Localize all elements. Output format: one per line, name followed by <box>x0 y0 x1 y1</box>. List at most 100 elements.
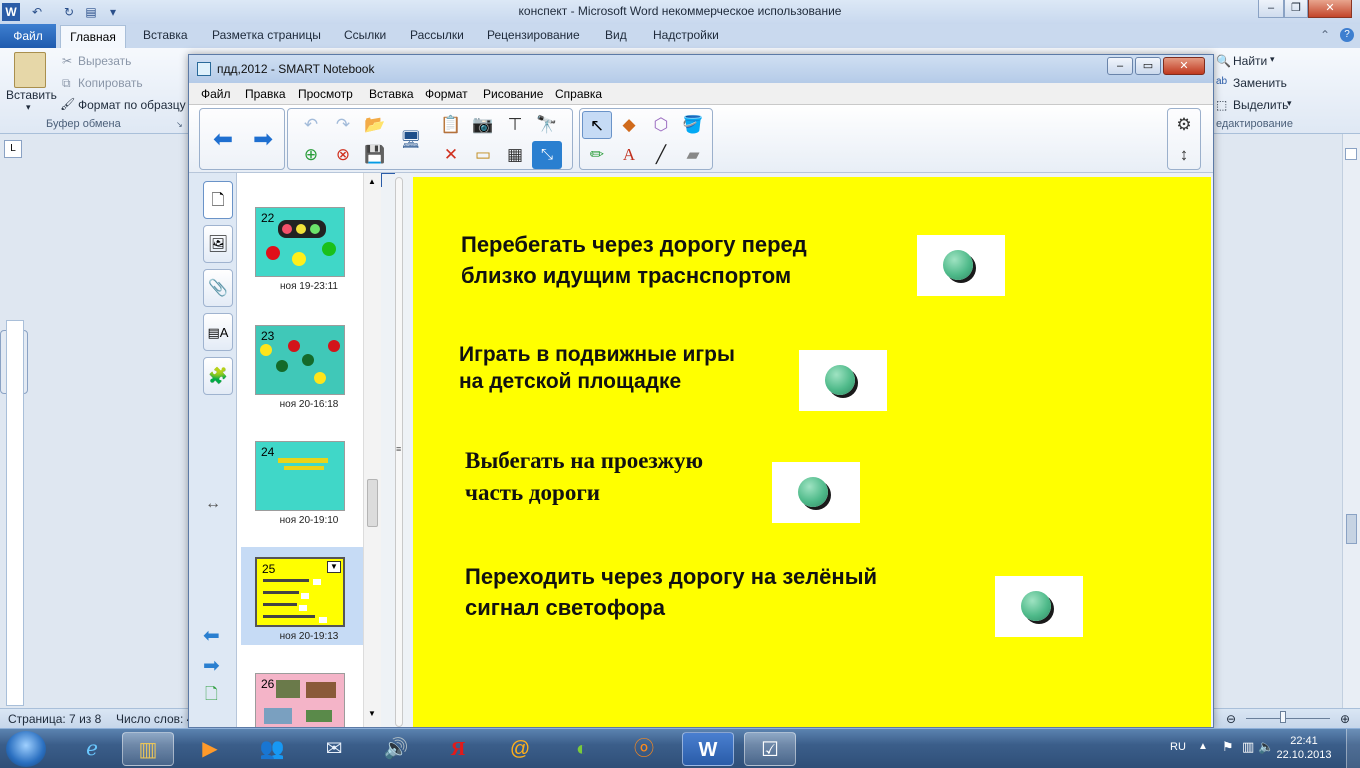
page-text-item-4[interactable]: Переходить через дорогу на зелёный сигна… <box>465 561 877 623</box>
sorter-scroll-thumb[interactable] <box>367 479 378 527</box>
word-close-button[interactable]: ✕ <box>1308 0 1352 18</box>
table-icon[interactable]: ▦ <box>500 141 530 169</box>
resize-sidebar-icon[interactable]: ↔ <box>205 495 221 513</box>
menu-view[interactable]: Просмотр <box>298 87 353 101</box>
sorter-add-page-icon[interactable]: 🗋 <box>205 683 218 710</box>
menu-help[interactable]: Справка <box>555 87 602 101</box>
previous-page-icon[interactable]: ⬅ <box>208 126 238 154</box>
page-thumbnail-25[interactable]: 25 ▼ <box>255 557 345 627</box>
tray-expand-icon[interactable]: ▲ <box>1198 741 1208 752</box>
pen-tool-icon[interactable]: ✏ <box>582 141 612 169</box>
page-text-item-1[interactable]: Перебегать через дорогу перед близко иду… <box>461 229 807 291</box>
word-taskbar-icon[interactable]: W <box>682 732 734 766</box>
next-page-icon[interactable]: ➡ <box>248 126 278 154</box>
properties-tab-icon[interactable]: ▤A <box>203 313 233 351</box>
gallery-tab-icon[interactable]: 🖼 <box>203 225 233 263</box>
word-scroll-thumb[interactable] <box>1346 514 1357 544</box>
start-button[interactable] <box>6 731 46 767</box>
page-thumbnail-24[interactable]: 24 <box>255 441 345 511</box>
tab-insert[interactable]: Вставка <box>143 28 188 42</box>
eraser-tool-icon[interactable]: ⬡ <box>646 111 676 139</box>
tab-selector-icon[interactable]: L <box>4 140 22 158</box>
find-dropdown-icon[interactable]: ▾ <box>1270 54 1275 65</box>
select-tool-icon[interactable]: ↖ <box>582 111 612 139</box>
shapes-tool-icon[interactable]: ◆ <box>614 111 644 139</box>
paste-icon[interactable] <box>14 52 46 88</box>
tab-review[interactable]: Рецензирование <box>487 28 580 42</box>
delete-icon[interactable]: ✕ <box>436 141 466 169</box>
delete-page-icon[interactable]: ⊗ <box>328 141 358 169</box>
word-count[interactable]: Число слов: 4 <box>116 712 193 726</box>
amigo-browser-icon[interactable]: ◐ <box>556 732 608 766</box>
full-screen-icon[interactable]: ⤡ <box>532 141 562 169</box>
tab-references[interactable]: Ссылки <box>344 28 386 42</box>
tab-home[interactable]: Главная <box>60 25 126 49</box>
open-file-icon[interactable]: 📂 <box>360 111 390 139</box>
zoom-out-icon[interactable]: ⊖ <box>1226 712 1236 726</box>
addons-tab-icon[interactable]: 🧩 <box>203 357 233 395</box>
mail-icon[interactable]: ✉ <box>308 732 360 766</box>
notebook-close-button[interactable]: ✕ <box>1163 57 1205 75</box>
undo-icon[interactable]: ↶ <box>296 111 326 139</box>
sorter-scrollbar[interactable]: ▲ ▼ <box>363 173 381 727</box>
save-icon[interactable]: 💾 <box>360 141 390 169</box>
copy-button[interactable]: Копировать <box>78 76 143 90</box>
answer-box-3[interactable] <box>772 462 860 523</box>
word-vertical-scrollbar[interactable] <box>1342 134 1360 708</box>
page-menu-dropdown-icon[interactable]: ▼ <box>327 561 341 573</box>
mail-agent-icon[interactable]: @ <box>494 732 546 766</box>
answer-box-2[interactable] <box>799 350 887 411</box>
help-icon[interactable]: ? <box>1340 28 1354 42</box>
ruler-toggle-icon[interactable] <box>1345 148 1357 160</box>
word-minimize-button[interactable]: – <box>1258 0 1284 18</box>
tab-mailings[interactable]: Рассылки <box>410 28 464 42</box>
messenger-icon[interactable]: 👥 <box>246 732 298 766</box>
notebook-taskbar-icon[interactable]: ☑ <box>744 732 796 766</box>
zoom-slider-thumb[interactable] <box>1280 711 1286 723</box>
sorter-prev-icon[interactable]: ⬅ <box>203 623 220 648</box>
tab-file[interactable]: Файл <box>0 24 56 48</box>
tab-addins[interactable]: Надстройки <box>653 28 719 42</box>
attachments-tab-icon[interactable]: 📎 <box>203 269 233 307</box>
toolbar-move-icon[interactable]: ↕ <box>1169 141 1199 169</box>
show-desktop-button[interactable] <box>1346 729 1360 768</box>
zoom-in-icon[interactable]: ⊕ <box>1340 712 1350 726</box>
action-center-flag-icon[interactable]: ⚑ <box>1222 739 1234 755</box>
page-sorter-tab-icon[interactable]: 🗋 <box>203 181 233 219</box>
sorter-next-icon[interactable]: ➡ <box>203 653 220 678</box>
page-thumbnail-22[interactable]: 22 <box>255 207 345 277</box>
eraser-icon[interactable]: ▰ <box>678 141 708 169</box>
replace-button[interactable]: Заменить <box>1233 76 1287 90</box>
answer-box-1[interactable] <box>917 235 1005 296</box>
page-count[interactable]: Страница: 7 из 8 <box>8 712 101 726</box>
word-maximize-button[interactable]: ❐ <box>1284 0 1308 18</box>
redo-icon[interactable]: ↷ <box>328 111 358 139</box>
tray-clock[interactable]: 22:41 22.10.2013 <box>1276 734 1332 762</box>
line-tool-icon[interactable]: ╱ <box>646 141 676 169</box>
page-scrollbar[interactable]: ≡ <box>395 177 403 727</box>
menu-file[interactable]: Файл <box>201 87 231 101</box>
tab-page-layout[interactable]: Разметка страницы <box>212 28 321 42</box>
find-button[interactable]: Найти <box>1233 54 1267 68</box>
add-page-icon[interactable]: ⊕ <box>296 141 326 169</box>
explorer-icon[interactable]: ▥ <box>122 732 174 766</box>
menu-format[interactable]: Формат <box>425 87 468 101</box>
menu-edit[interactable]: Правка <box>245 87 286 101</box>
show-hide-shade-icon[interactable]: ▭ <box>468 141 498 169</box>
paste-dropdown-icon[interactable]: ▾ <box>26 102 31 113</box>
sound-icon[interactable]: 🔊 <box>370 732 422 766</box>
clipboard-launcher-icon[interactable]: ↘ <box>176 120 183 129</box>
screen-capture-icon[interactable]: 📷 <box>468 111 498 139</box>
display-icon[interactable]: 🖥 <box>396 126 426 154</box>
odnoklassniki-icon[interactable]: ⓞ <box>618 732 670 766</box>
scroll-up-icon[interactable]: ▲ <box>368 177 376 186</box>
scroll-down-icon[interactable]: ▼ <box>368 709 376 718</box>
media-player-icon[interactable]: ▶ <box>184 732 236 766</box>
paste-button[interactable]: Вставить <box>6 88 57 102</box>
select-button[interactable]: Выделить <box>1233 98 1288 112</box>
language-indicator[interactable]: RU <box>1170 741 1186 753</box>
paste-icon[interactable]: 📋 <box>436 111 466 139</box>
menu-insert[interactable]: Вставка <box>369 87 414 101</box>
page-thumbnail-23[interactable]: 23 <box>255 325 345 395</box>
screen-shade-icon[interactable]: ⊤ <box>500 111 530 139</box>
